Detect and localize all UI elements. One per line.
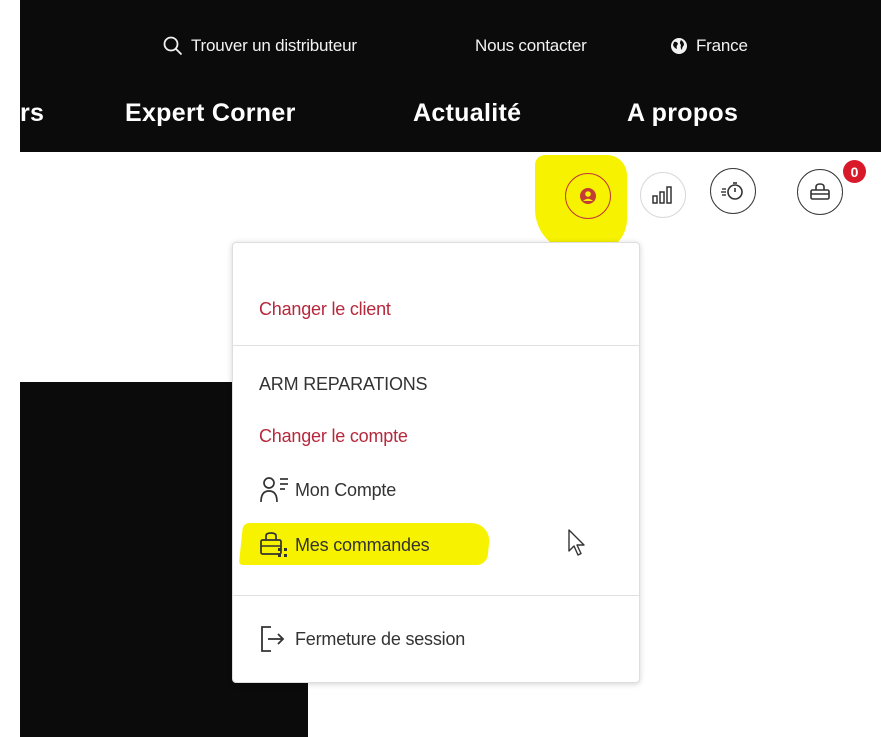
top-header: Trouver un distributeur Nous contacter F… [20, 0, 881, 152]
cart-button[interactable] [797, 169, 843, 215]
dropdown-divider [233, 345, 639, 346]
contact-label: Nous contacter [475, 36, 587, 55]
logout-item[interactable]: Fermeture de session [259, 624, 465, 654]
nav-item-news[interactable]: Actualité [413, 99, 521, 128]
account-dropdown-menu: Changer le client ARM REPARATIONS Change… [232, 242, 640, 683]
logout-label: Fermeture de session [295, 628, 466, 649]
change-client-link[interactable]: Changer le client [259, 299, 391, 320]
timer-button[interactable] [710, 168, 756, 214]
my-orders-item[interactable]: Mes commandes [259, 531, 430, 559]
dropdown-divider [233, 595, 639, 596]
left-edge [0, 0, 20, 737]
mouse-pointer-icon [568, 529, 585, 556]
basket-icon [810, 183, 830, 200]
orders-basket-icon [260, 532, 287, 557]
user-circle-icon [580, 188, 596, 204]
my-orders-label: Mes commandes [295, 534, 430, 555]
my-account-label: Mon Compte [295, 479, 397, 500]
stopwatch-icon [721, 182, 743, 200]
account-button[interactable] [565, 173, 611, 219]
nav-item-partial[interactable]: rs [20, 99, 44, 128]
globe-icon [671, 38, 687, 54]
country-label: France [696, 36, 748, 55]
bar-chart-icon [652, 186, 672, 204]
find-distributor-label: Trouver un distributeur [191, 36, 357, 55]
company-name: ARM REPARATIONS [259, 374, 428, 394]
nav-item-about[interactable]: A propos [627, 99, 738, 128]
change-account-link[interactable]: Changer le compte [259, 426, 408, 447]
search-icon [163, 36, 183, 56]
logout-icon [261, 626, 285, 652]
my-account-item[interactable]: Mon Compte [259, 475, 396, 505]
find-distributor-link[interactable]: Trouver un distributeur [163, 36, 357, 56]
contact-link[interactable]: Nous contacter [475, 36, 587, 56]
country-selector[interactable]: France [670, 36, 748, 56]
compare-button[interactable] [640, 172, 686, 218]
user-list-icon [260, 477, 288, 503]
nav-item-expert-corner[interactable]: Expert Corner [125, 99, 296, 128]
cart-count-badge: 0 [843, 160, 866, 183]
